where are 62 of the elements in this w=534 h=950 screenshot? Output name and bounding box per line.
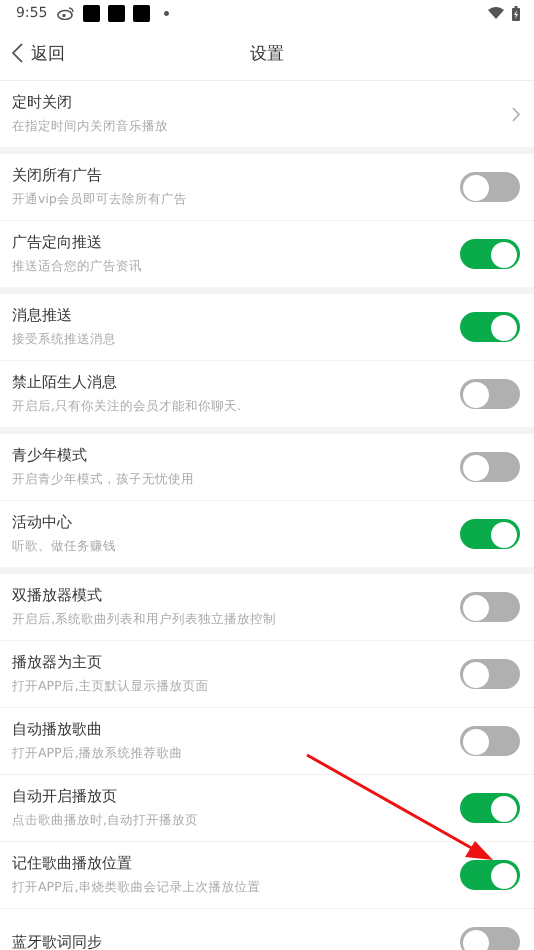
settings-row[interactable]: 定时关闭 在指定时间内关闭音乐播放 (0, 81, 534, 147)
settings-row[interactable]: 记住歌曲播放位置 打开APP后,串烧类歌曲会记录上次播放位置 (0, 841, 534, 908)
toggle-switch[interactable] (460, 793, 520, 823)
settings-row[interactable]: 自动开启播放页 点击歌曲播放时,自动打开播放页 (0, 774, 534, 841)
setting-title: 蓝牙歌词同步 (12, 932, 103, 950)
setting-title: 青少年模式 (12, 446, 88, 465)
notification-icon (108, 4, 126, 22)
notification-icon (83, 4, 100, 22)
weibo-icon (57, 6, 76, 20)
notification-icon (133, 4, 150, 22)
setting-title: 关闭所有广告 (12, 166, 103, 185)
setting-description: 打开APP后,串烧类歌曲会记录上次播放位置 (12, 879, 262, 896)
settings-row[interactable]: 自动播放歌曲 打开APP后,播放系统推荐歌曲 (0, 707, 534, 774)
toggle-switch[interactable] (460, 172, 520, 202)
toggle-switch[interactable] (460, 452, 520, 482)
settings-row[interactable]: 禁止陌生人消息 开启后,只有你关注的会员才能和你聊天. (0, 360, 534, 427)
setting-description: 开通vip会员即可去除所有广告 (12, 191, 188, 208)
settings-row[interactable]: 播放器为主页 打开APP后,主页默认显示播放页面 (0, 640, 534, 707)
setting-title: 播放器为主页 (12, 653, 103, 672)
setting-description: 在指定时间内关闭音乐播放 (12, 118, 169, 135)
setting-description: 接受系统推送消息 (12, 331, 117, 348)
settings-row[interactable]: 双播放器模式 开启后,系统歌曲列表和用户列表独立播放控制 (0, 574, 534, 640)
battery-icon (512, 6, 520, 20)
setting-description: 开启青少年模式，孩子无忧使用 (12, 471, 195, 488)
setting-description: 打开APP后,主页默认显示播放页面 (12, 678, 210, 695)
wifi-icon (488, 7, 504, 19)
toggle-switch[interactable] (460, 239, 520, 269)
setting-description: 开启后,只有你关注的会员才能和你聊天. (12, 398, 242, 415)
toggle-switch[interactable] (460, 519, 520, 549)
toggle-switch[interactable] (460, 592, 520, 622)
setting-title: 定时关闭 (12, 93, 73, 112)
toggle-switch[interactable] (460, 379, 520, 409)
setting-description: 听歌、做任务赚钱 (12, 538, 117, 555)
setting-title: 自动播放歌曲 (12, 720, 103, 739)
settings-row[interactable]: 青少年模式 开启青少年模式，孩子无忧使用 (0, 434, 534, 500)
setting-title: 记住歌曲播放位置 (12, 854, 133, 873)
toggle-switch[interactable] (460, 726, 520, 756)
toggle-switch[interactable] (460, 927, 520, 950)
setting-description: 打开APP后,播放系统推荐歌曲 (12, 745, 184, 762)
page-title: 设置 (250, 42, 284, 64)
toggle-switch[interactable] (460, 860, 520, 890)
settings-row[interactable]: 消息推送 接受系统推送消息 (0, 294, 534, 360)
setting-description: 开启后,系统歌曲列表和用户列表独立播放控制 (12, 611, 277, 628)
settings-row[interactable]: 蓝牙歌词同步 (0, 908, 534, 950)
back-button[interactable]: 返回 (0, 42, 65, 64)
settings-row[interactable]: 广告定向推送 推送适合您的广告资讯 (0, 220, 534, 287)
settings-row[interactable]: 活动中心 听歌、做任务赚钱 (0, 500, 534, 567)
setting-title: 广告定向推送 (12, 233, 103, 252)
setting-title: 自动开启播放页 (12, 787, 118, 806)
settings-row[interactable]: 关闭所有广告 开通vip会员即可去除所有广告 (0, 154, 534, 220)
status-time: 9:55 (16, 5, 48, 21)
chevron-right-icon (512, 106, 520, 122)
setting-description: 推送适合您的广告资讯 (12, 258, 143, 275)
setting-description: 点击歌曲播放时,自动打开播放页 (12, 812, 199, 829)
toggle-switch[interactable] (460, 312, 520, 342)
setting-title: 消息推送 (12, 306, 73, 325)
setting-title: 禁止陌生人消息 (12, 373, 118, 392)
toggle-switch[interactable] (460, 659, 520, 689)
setting-title: 双播放器模式 (12, 586, 103, 605)
chevron-left-icon (12, 43, 23, 63)
dot-icon (164, 10, 170, 16)
setting-title: 活动中心 (12, 513, 73, 532)
